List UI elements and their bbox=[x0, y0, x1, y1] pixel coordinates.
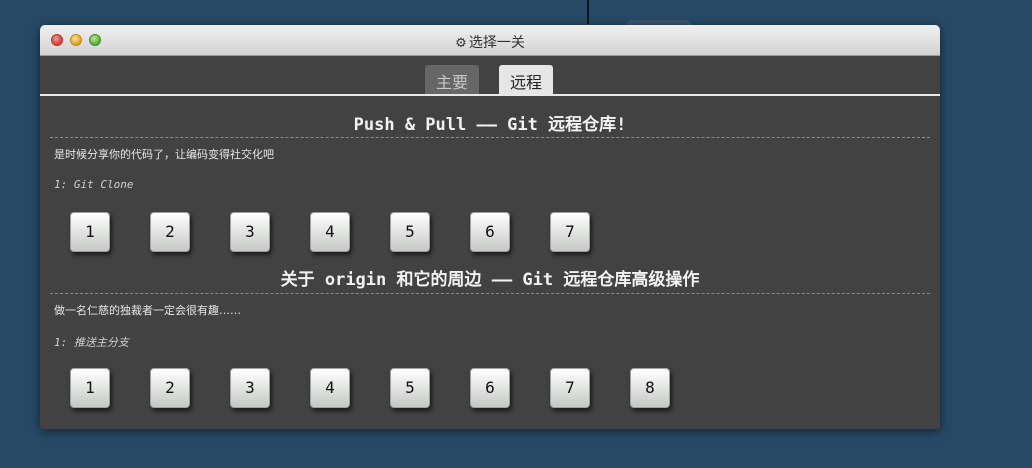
window-title: ⚙ 选择一关 bbox=[40, 32, 940, 52]
level-button[interactable]: 4 bbox=[310, 368, 350, 408]
level-button[interactable]: 7 bbox=[550, 212, 590, 252]
level-button[interactable]: 5 bbox=[390, 212, 430, 252]
level-button[interactable]: 3 bbox=[230, 368, 270, 408]
gear-icon: ⚙ bbox=[455, 36, 467, 51]
section-title: Push & Pull —— Git 远程仓库! bbox=[353, 115, 627, 135]
background-line bbox=[587, 0, 589, 24]
section-divider bbox=[50, 293, 930, 294]
tab-bar: 主要 远程 bbox=[40, 56, 940, 96]
level-button[interactable]: 1 bbox=[70, 212, 110, 252]
section-divider bbox=[50, 137, 930, 138]
level-select-window: ⚙ 选择一关 主要 远程 Push & Pull —— Git 远程仓库! 是时候… bbox=[40, 25, 940, 429]
section-description: 是时候分享你的代码了，让编码变得社交化吧 bbox=[54, 148, 274, 161]
level-button[interactable]: 6 bbox=[470, 368, 510, 408]
level-button[interactable]: 4 bbox=[310, 212, 350, 252]
window-title-text: 选择一关 bbox=[468, 35, 525, 51]
level-button[interactable]: 2 bbox=[150, 212, 190, 252]
level-button[interactable]: 2 bbox=[150, 368, 190, 408]
section-description: 做一名仁慈的独裁者一定会很有趣…… bbox=[54, 304, 241, 317]
tab-remote[interactable]: 远程 bbox=[499, 65, 554, 94]
section-subtitle: 1: Git Clone bbox=[54, 178, 134, 191]
level-button[interactable]: 3 bbox=[230, 212, 270, 252]
level-button[interactable]: 1 bbox=[70, 368, 110, 408]
tab-main[interactable]: 主要 bbox=[425, 65, 480, 94]
section-title: 关于 origin 和它的周边 —— Git 远程仓库高级操作 bbox=[280, 270, 700, 290]
level-button[interactable]: 8 bbox=[630, 368, 670, 408]
section-subtitle: 1: 推送主分支 bbox=[54, 336, 129, 349]
level-button[interactable]: 7 bbox=[550, 368, 590, 408]
level-button[interactable]: 6 bbox=[470, 212, 510, 252]
title-bar[interactable]: ⚙ 选择一关 bbox=[40, 25, 940, 56]
level-button[interactable]: 5 bbox=[390, 368, 430, 408]
